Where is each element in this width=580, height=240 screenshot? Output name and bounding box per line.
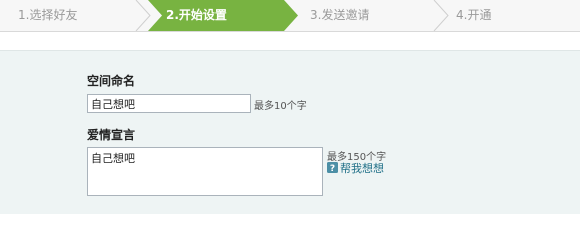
svg-text:?: ? xyxy=(330,164,335,173)
love-declaration-textarea[interactable]: 自己想吧 xyxy=(87,147,323,196)
step-divider-1 xyxy=(135,0,151,31)
love-declaration-label: 爱情宣言 xyxy=(87,128,136,142)
space-name-hint: 最多10个字 xyxy=(254,101,307,112)
spacer xyxy=(0,32,580,50)
space-name-input[interactable] xyxy=(87,94,251,113)
help-me-think-link[interactable]: ? 帮我想想 xyxy=(327,161,384,175)
setup-page: 1.选择好友 2.开始设置 3.发送邀请 4.开通 空间命名 最多10个字 爱情… xyxy=(0,0,580,214)
step-3-send-invite[interactable]: 3.发送邀请 xyxy=(310,0,369,31)
step-progress-bar: 1.选择好友 2.开始设置 3.发送邀请 4.开通 xyxy=(0,0,580,32)
space-name-label: 空间命名 xyxy=(87,74,136,88)
help-me-think-label: 帮我想想 xyxy=(340,161,384,175)
step-2-start-setup[interactable]: 2.开始设置 xyxy=(166,0,227,31)
step-4-activate[interactable]: 4.开通 xyxy=(456,0,491,31)
step-1-select-friends[interactable]: 1.选择好友 xyxy=(18,0,77,31)
question-icon: ? xyxy=(327,162,338,173)
step-arrows xyxy=(135,0,449,31)
step-divider-3 xyxy=(433,0,449,31)
